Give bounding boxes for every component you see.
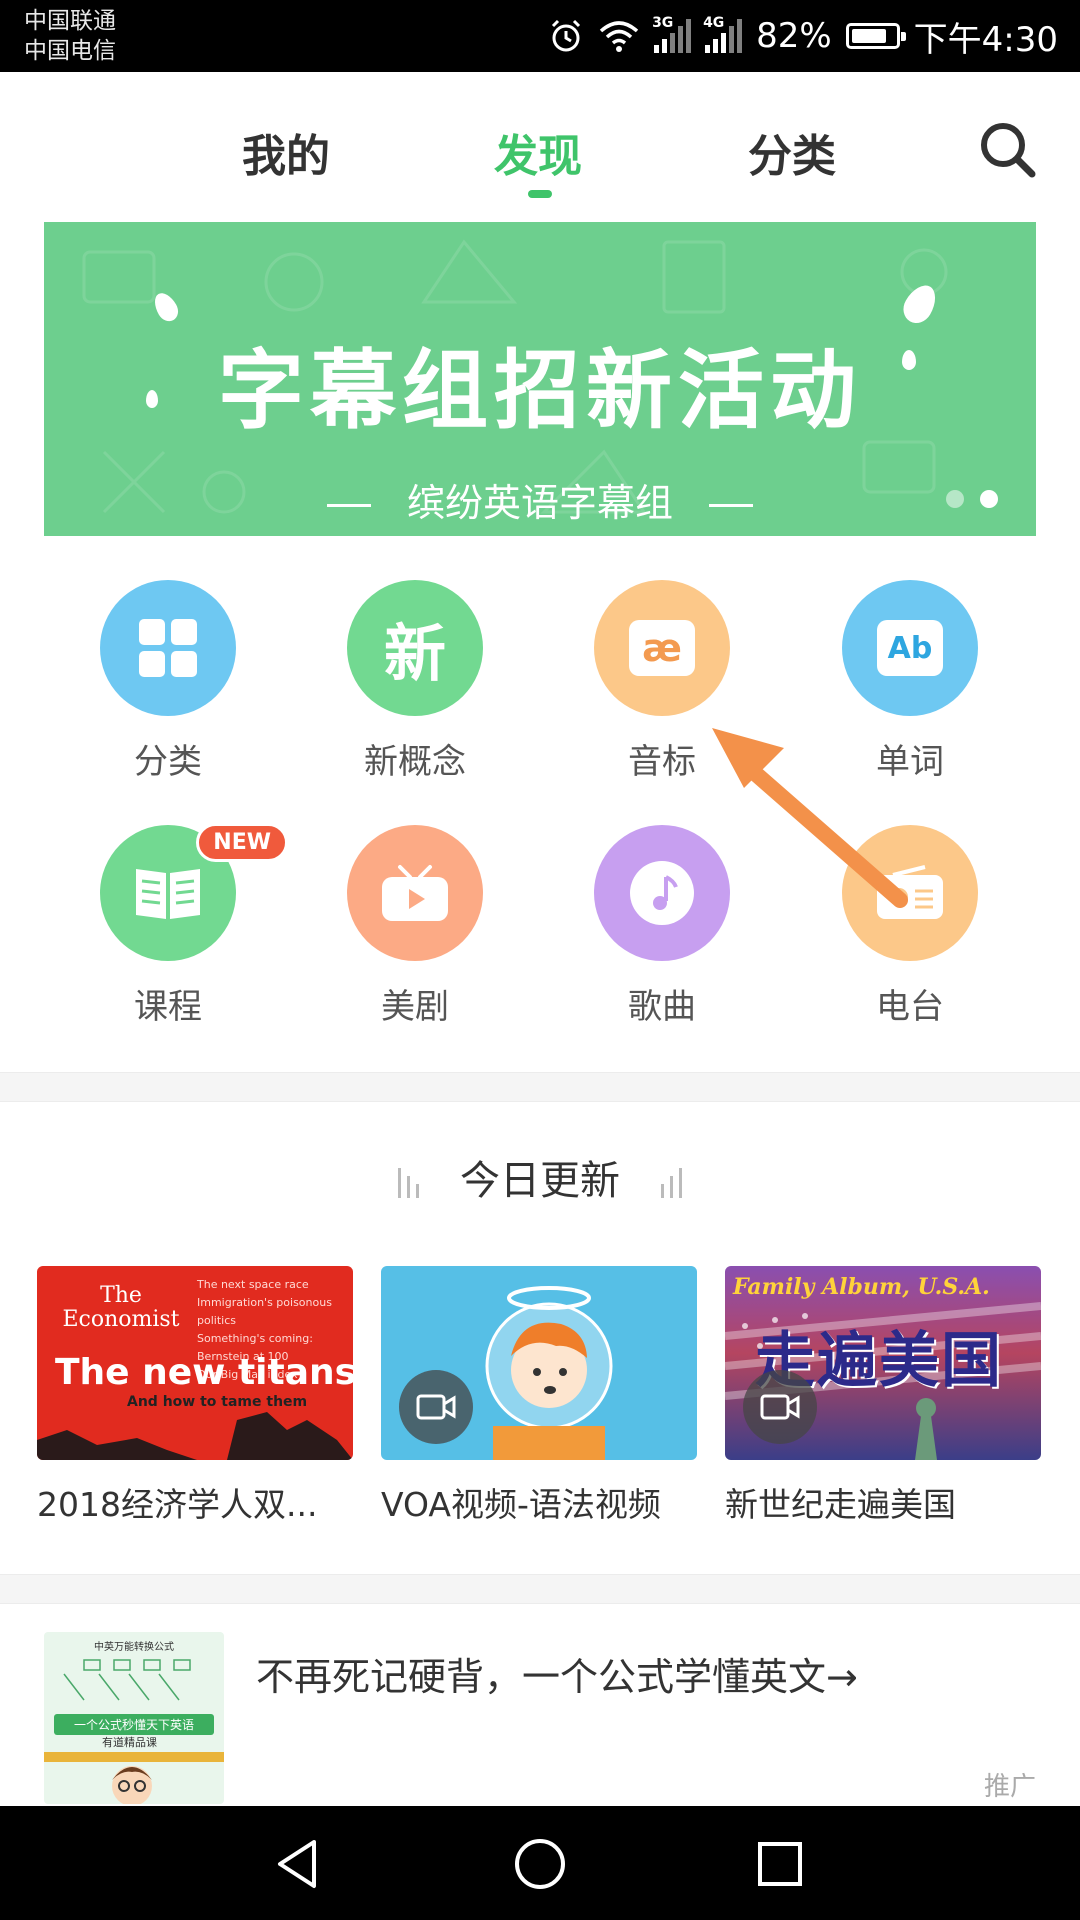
family-album-top-text: Family Album, U.S.A.	[733, 1274, 990, 1300]
banner-subtitle: 缤纷英语字幕组	[44, 472, 1036, 527]
economist-line: Immigration's poisonous politics	[197, 1296, 332, 1327]
grid-label-radio: 电台	[876, 987, 944, 1027]
banner-title: 字幕组招新活动	[218, 341, 862, 441]
battery-icon	[845, 23, 906, 49]
grid-icon	[139, 619, 197, 677]
grid-item-course[interactable]: NEW 课程	[68, 823, 288, 1035]
grid-circle-new-concept: 新	[347, 580, 483, 716]
word-icon-glyph: Ab	[887, 630, 933, 666]
new-badge: NEW	[196, 823, 288, 862]
section-divider	[0, 1072, 1080, 1102]
update-card-family-album[interactable]: Family Album, U.S.A. 走遍美国 新世纪走遍美国	[725, 1266, 1041, 1526]
grid-label-songs: 歌曲	[628, 987, 696, 1027]
signal-3g-icon: 3G	[652, 15, 692, 53]
ad-text: 不再死记硬背，一个公式学懂英文→	[256, 1655, 858, 1699]
formula-diagram	[63, 1659, 191, 1701]
grid-item-tv-series[interactable]: 美剧	[315, 825, 515, 1035]
grid-label-word: 单词	[876, 742, 944, 782]
card-title-economist: 2018经济学人双...	[37, 1485, 318, 1524]
phonetic-icon: æ	[629, 620, 695, 676]
pager-dot-active	[980, 490, 998, 508]
promo-banner[interactable]: 字幕组招新活动 缤纷英语字幕组	[44, 222, 1036, 536]
tab-mine[interactable]: 我的	[242, 120, 330, 184]
clock: 下午4:30	[913, 19, 1058, 60]
carrier-info: 中国联通 中国电信	[24, 6, 116, 66]
xin-icon: 新	[383, 617, 446, 690]
top-nav: 我的 发现 分类	[0, 72, 1080, 212]
signal-4g-icon: 4G	[703, 15, 743, 53]
grid-label-phonetic: 音标	[628, 742, 696, 782]
today-title: 今日更新	[460, 1158, 620, 1204]
feature-grid: 分类 新 新概念 æ 音标 Ab 单词 NEW 课程 美剧 歌曲 电台	[0, 580, 1080, 1040]
grid-circle-radio	[842, 825, 978, 961]
home-icon[interactable]	[512, 1836, 568, 1892]
robot-silhouettes	[37, 1412, 353, 1460]
video-badge	[399, 1370, 473, 1444]
thumb-family-album: Family Album, U.S.A. 走遍美国	[725, 1266, 1041, 1460]
grid-label-category: 分类	[134, 742, 202, 782]
phonetic-icon-glyph: æ	[642, 626, 682, 670]
bars-left-icon	[398, 1168, 420, 1198]
video-icon	[416, 1394, 456, 1420]
grid-circle-tv-series	[347, 825, 483, 961]
thumb-voa	[381, 1266, 697, 1460]
ad-thumbnail: 中英万能转换公式 一个公式秒懂天下英语 有道精品课	[44, 1632, 224, 1804]
banner-pager	[946, 490, 998, 508]
status-icons: 3G 4G 82% 下午4:30	[548, 0, 1058, 72]
word-icon: Ab	[877, 620, 943, 676]
banner-subtitle-text: 缤纷英语字幕组	[406, 481, 673, 525]
card-title-voa: VOA视频-语法视频	[381, 1485, 661, 1524]
grid-item-songs[interactable]: 歌曲	[562, 825, 762, 1035]
teacher-cartoon	[44, 1752, 224, 1804]
grid-circle-word: Ab	[842, 580, 978, 716]
card-title-family-album: 新世纪走遍美国	[725, 1485, 956, 1524]
tab-category[interactable]: 分类	[748, 120, 836, 184]
grid-circle-course: NEW	[100, 823, 288, 961]
signal-3g-tag: 3G	[652, 15, 674, 31]
economist-line: The next space race	[197, 1278, 309, 1291]
economist-headline: The new titans	[55, 1352, 353, 1393]
wifi-icon	[599, 21, 639, 52]
grid-circle-songs	[594, 825, 730, 961]
today-section-header: 今日更新	[0, 1148, 1080, 1206]
alarm-icon	[552, 19, 581, 52]
signal-4g-tag: 4G	[703, 15, 725, 31]
book-icon	[136, 869, 200, 919]
grid-label-tv-series: 美剧	[381, 987, 449, 1027]
section-divider	[0, 1574, 1080, 1604]
carrier-2: 中国电信	[24, 38, 116, 64]
thumb-economist: The Economist The next space race Immigr…	[37, 1266, 353, 1460]
grid-item-phonetic[interactable]: æ 音标	[562, 580, 762, 790]
grid-item-word[interactable]: Ab 单词	[810, 580, 1010, 790]
grid-circle-category	[100, 580, 236, 716]
grid-item-radio[interactable]: 电台	[810, 825, 1010, 1035]
ad-banner[interactable]: 中英万能转换公式 一个公式秒懂天下英语 有道精品课 不再死记硬背，一个公式学懂英…	[0, 1604, 1080, 1804]
pager-dot	[946, 490, 964, 508]
grid-label-course: 课程	[134, 987, 202, 1027]
battery-percent: 82%	[756, 16, 832, 56]
economist-brand: The Economist	[62, 1283, 180, 1332]
ad-tag: 推广	[983, 1772, 1036, 1802]
tab-discover[interactable]: 发现	[494, 120, 582, 184]
recents-icon[interactable]	[752, 1836, 808, 1892]
back-icon[interactable]	[270, 1836, 326, 1892]
tab-indicator	[528, 190, 552, 198]
update-card-voa[interactable]: VOA视频-语法视频	[381, 1266, 697, 1526]
video-icon	[760, 1394, 800, 1420]
grid-item-category[interactable]: 分类	[68, 580, 268, 790]
search-icon[interactable]	[978, 120, 1038, 180]
ad-thumb-caption: 一个公式秒懂天下英语	[54, 1714, 214, 1735]
update-card-economist[interactable]: The Economist The next space race Immigr…	[37, 1266, 353, 1526]
radio-icon	[877, 865, 943, 919]
grid-circle-phonetic: æ	[594, 580, 730, 716]
grid-item-new-concept[interactable]: 新 新概念	[315, 580, 515, 790]
status-bar: 中国联通 中国电信 3G 4G 82% 下午4:30	[0, 0, 1080, 72]
video-badge	[743, 1370, 817, 1444]
bars-right-icon	[660, 1168, 682, 1198]
music-icon	[630, 861, 694, 925]
system-nav-bar	[0, 1806, 1080, 1920]
tv-icon	[382, 865, 448, 921]
grid-label-new-concept: 新概念	[364, 742, 466, 782]
carrier-1: 中国联通	[24, 8, 116, 34]
